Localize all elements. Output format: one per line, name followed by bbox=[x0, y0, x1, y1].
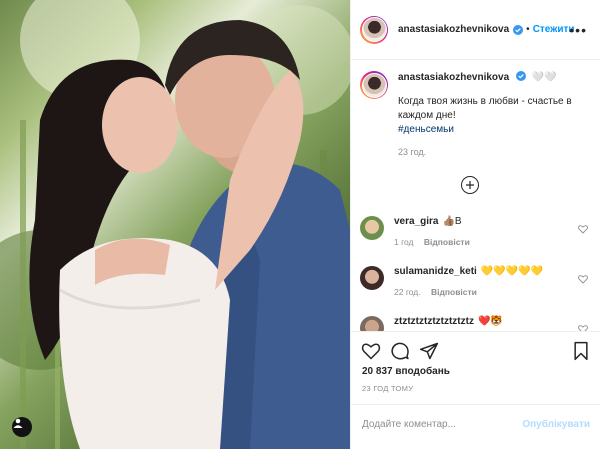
caption-text-block: Когда твоя жизнь в любви - счастье в каж… bbox=[398, 95, 592, 137]
verified-badge-icon bbox=[513, 24, 524, 35]
comment-item: ztztztztztztztztztz ❤️🐯 bbox=[360, 316, 592, 331]
caption-text: Когда твоя жизнь в любви - счастье в каж… bbox=[398, 96, 572, 121]
caption-hashtag[interactable]: #деньсемьи bbox=[398, 123, 592, 137]
comment-text: 💛💛💛💛💛 bbox=[480, 266, 544, 277]
share-icon[interactable] bbox=[419, 341, 439, 361]
post-side-panel: anastasiakozhevnikova • Стежити ••• anas… bbox=[350, 0, 600, 449]
comment-input[interactable] bbox=[362, 419, 523, 430]
reply-button[interactable]: Відповісти bbox=[431, 287, 477, 297]
comment-item: vera_gira 👍🏽B 1 год Відповісти bbox=[360, 216, 592, 247]
author-avatar[interactable] bbox=[360, 15, 388, 44]
caption-emoji: 🤍🤍 bbox=[531, 72, 557, 83]
instagram-post: anastasiakozhevnikova • Стежити ••• anas… bbox=[0, 0, 600, 449]
heart-icon[interactable] bbox=[578, 274, 588, 284]
plus-circle-icon[interactable] bbox=[461, 176, 479, 194]
heart-icon[interactable] bbox=[361, 341, 381, 361]
follow-button[interactable]: Стежити bbox=[533, 24, 575, 35]
publish-button[interactable]: Опублікувати bbox=[522, 419, 590, 430]
author-username[interactable]: anastasiakozhevnikova bbox=[398, 24, 509, 35]
comment-username[interactable]: vera_gira bbox=[394, 216, 438, 227]
user-tag-icon[interactable] bbox=[12, 417, 32, 437]
reply-button[interactable]: Відповісти bbox=[424, 237, 470, 247]
comment-avatar[interactable] bbox=[360, 216, 384, 240]
comment-item: sulamanidze_keti 💛💛💛💛💛 22 год. Відповісти bbox=[360, 266, 592, 297]
caption-time[interactable]: 23 год. bbox=[398, 147, 592, 157]
comment-icon[interactable] bbox=[390, 341, 410, 361]
add-comment-bar: Опублікувати bbox=[351, 404, 600, 444]
verified-badge-icon bbox=[515, 71, 526, 81]
post-date[interactable]: 23 ГОД ТОМУ bbox=[362, 384, 413, 393]
heart-icon[interactable] bbox=[578, 224, 588, 234]
comment-time[interactable]: 1 год bbox=[394, 237, 414, 247]
heart-icon[interactable] bbox=[578, 324, 588, 331]
comment-text: ❤️🐯 bbox=[477, 316, 503, 327]
post-caption: anastasiakozhevnikova 🤍🤍 Когда твоя жизн… bbox=[360, 71, 592, 157]
comment-time[interactable]: 22 год. bbox=[394, 287, 421, 297]
post-header: anastasiakozhevnikova • Стежити ••• bbox=[351, 0, 600, 60]
caption-avatar[interactable] bbox=[360, 71, 388, 99]
likes-count[interactable]: 20 837 вподобань bbox=[362, 366, 450, 377]
separator-dot: • bbox=[526, 24, 530, 35]
post-photo[interactable] bbox=[0, 0, 350, 449]
comment-username[interactable]: ztztztztztztztztztz bbox=[394, 316, 474, 327]
couple-photo-illustration bbox=[0, 0, 350, 449]
post-actions: 20 837 вподобань 23 ГОД ТОМУ Опублікуват… bbox=[351, 331, 600, 449]
comment-avatar[interactable] bbox=[360, 316, 384, 331]
caption-username[interactable]: anastasiakozhevnikova bbox=[398, 72, 509, 83]
comments-section[interactable]: anastasiakozhevnikova 🤍🤍 Когда твоя жизн… bbox=[351, 61, 600, 331]
comment-avatar[interactable] bbox=[360, 266, 384, 290]
bookmark-icon[interactable] bbox=[571, 341, 591, 361]
comment-text: 👍🏽B bbox=[442, 216, 462, 227]
comment-username[interactable]: sulamanidze_keti bbox=[394, 266, 477, 277]
more-horizontal-icon[interactable]: ••• bbox=[569, 23, 587, 37]
